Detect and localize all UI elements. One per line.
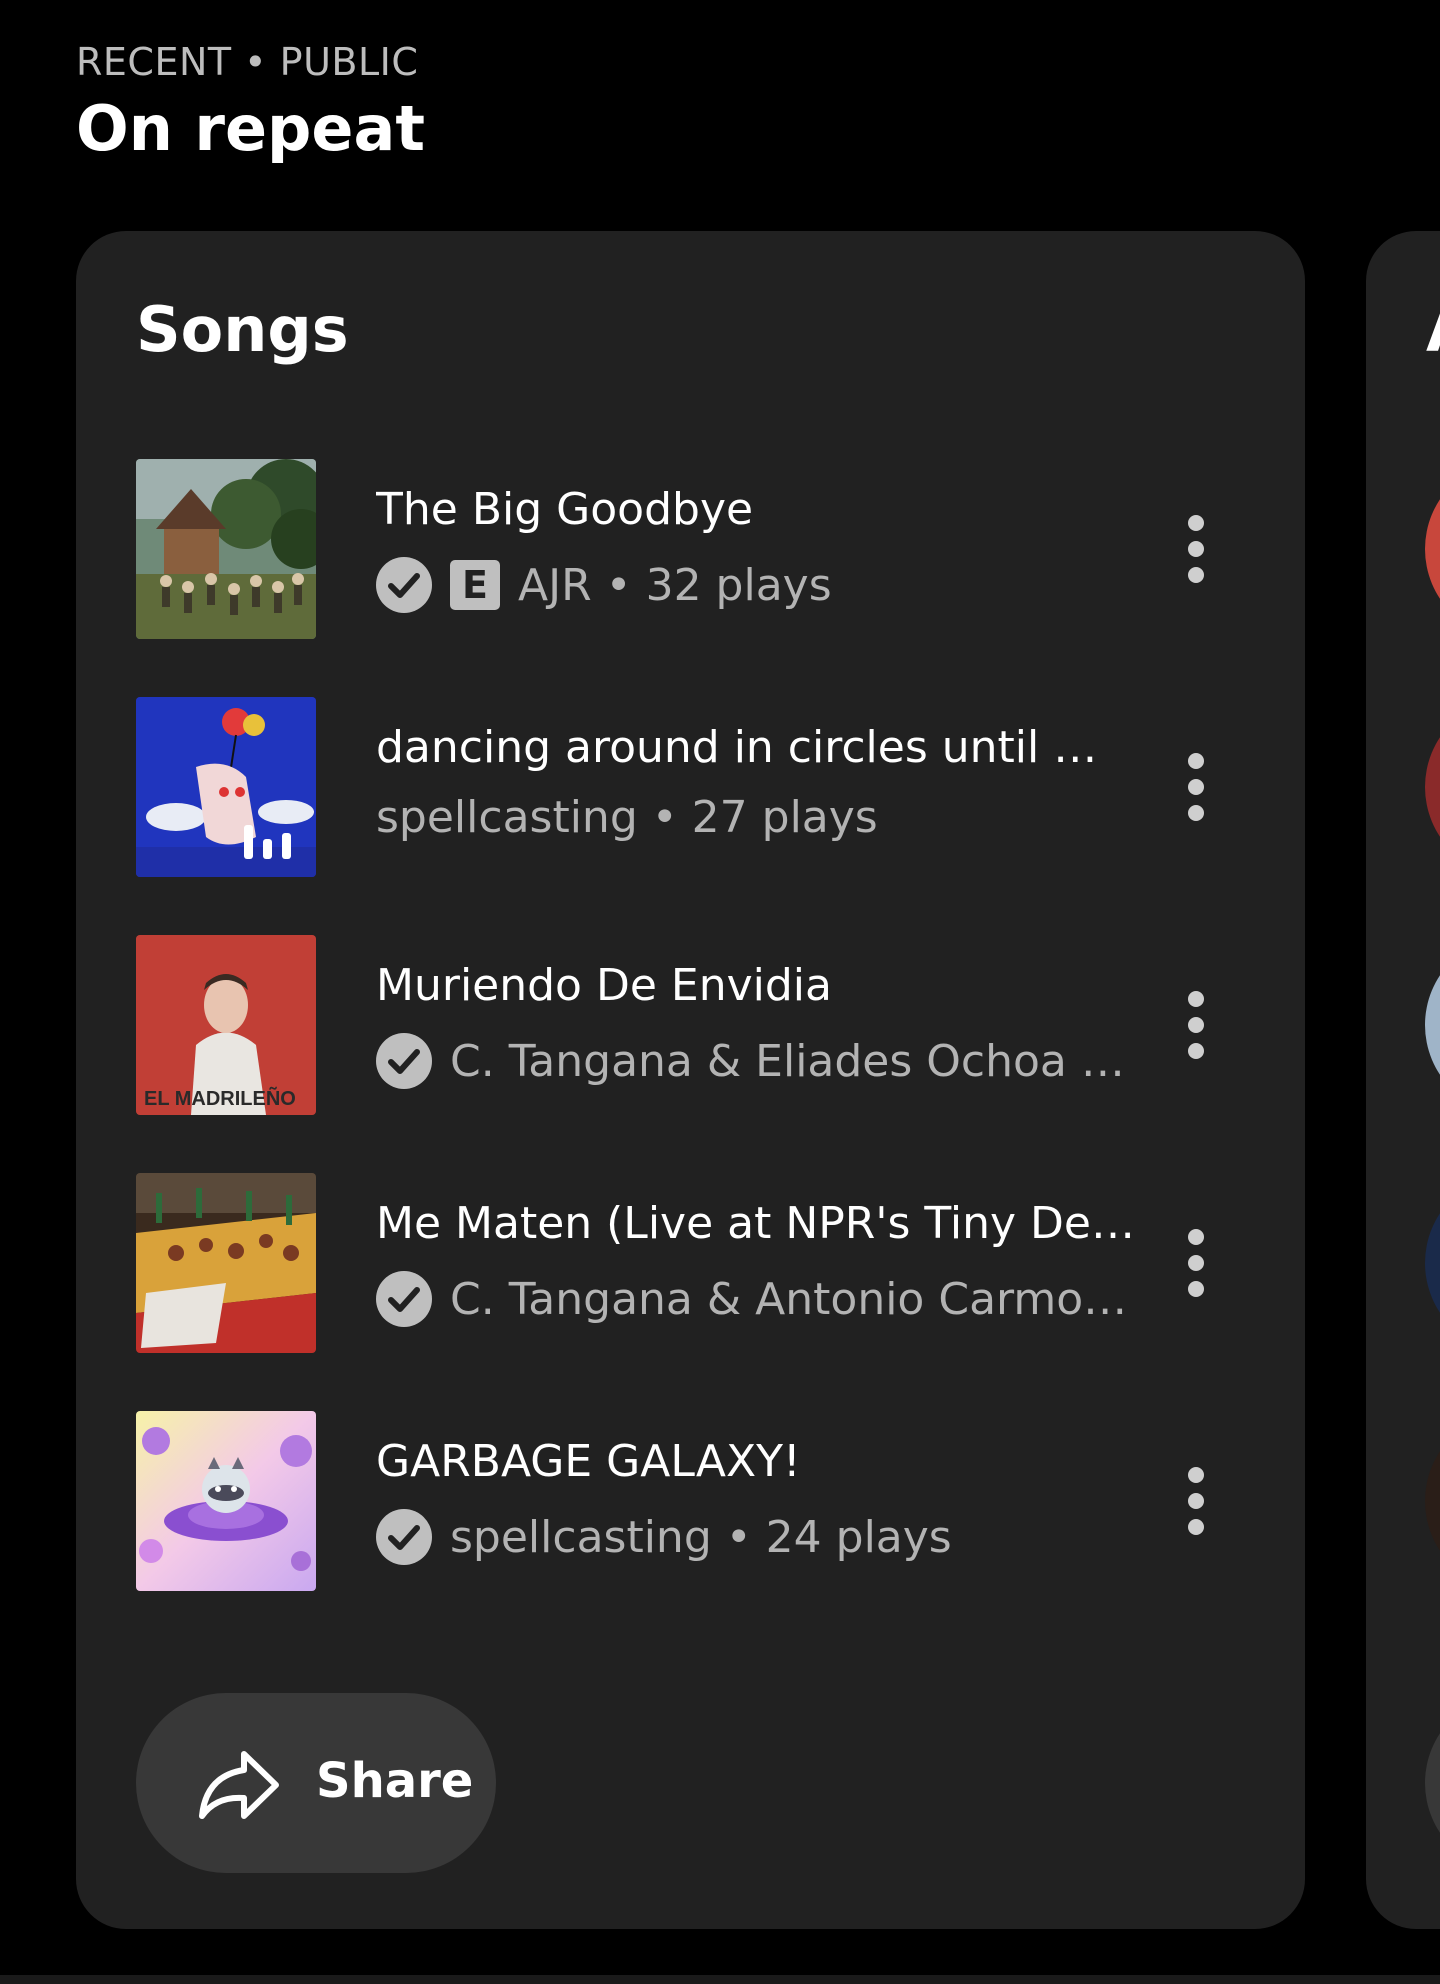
song-title: Muriendo De Envidia [376,960,832,1011]
album-art: EL MADRILEÑO [136,935,316,1115]
song-artist-plays: C. Tangana & Eliades Ochoa • 2... [450,1035,1146,1087]
verified-check-icon [376,557,432,613]
song-row[interactable]: GARBAGE GALAXY! spellcasting • 24 plays [136,1411,1266,1591]
song-title: GARBAGE GALAXY! [376,1436,801,1487]
song-row[interactable]: dancing around in circles until my... sp… [136,697,1266,877]
songs-card: Songs The Big Goodbye E AJR • 32 plays d… [76,231,1305,1929]
share-label: Share [316,1753,474,1809]
artist-avatar [1425,459,1440,639]
section-kicker: RECENT • PUBLIC [76,40,419,84]
song-artist-plays: AJR • 32 plays [518,559,832,611]
album-art [136,1173,316,1353]
artist-avatar [1425,935,1440,1115]
more-options-icon[interactable] [1156,985,1236,1065]
share-arrow-icon [199,1751,279,1819]
song-meta: C. Tangana & Eliades Ochoa • 2... [376,1033,1146,1089]
song-meta: spellcasting • 24 plays [376,1509,1146,1565]
song-row[interactable]: Me Maten (Live at NPR's Tiny Desk) C. Ta… [136,1173,1266,1353]
verified-check-icon [376,1271,432,1327]
now-playing-icon [244,825,291,859]
song-title: Me Maten (Live at NPR's Tiny Desk) [376,1198,1136,1249]
next-card-button[interactable] [1425,1693,1440,1873]
share-button[interactable]: Share [136,1693,496,1873]
album-art [136,1411,316,1591]
song-meta: E AJR • 32 plays [376,557,1146,613]
song-meta: spellcasting • 27 plays [376,789,1146,845]
divider [0,1975,1440,1984]
songs-title: Songs [136,293,349,366]
song-artist-plays: spellcasting • 27 plays [376,791,878,843]
verified-check-icon [376,1033,432,1089]
page-title: On repeat [76,92,425,165]
more-options-icon[interactable] [1156,1223,1236,1303]
album-art [136,697,316,877]
next-card-title: A [1426,293,1440,366]
song-artist-plays: C. Tangana & Antonio Carmona... [450,1273,1146,1325]
album-art-text: EL MADRILEÑO [144,1087,296,1110]
next-card-peek[interactable]: A [1366,231,1440,1929]
artist-avatar [1425,697,1440,877]
artist-avatar [1425,1173,1440,1353]
verified-check-icon [376,1509,432,1565]
more-options-icon[interactable] [1156,509,1236,589]
song-artist-plays: spellcasting • 24 plays [450,1511,952,1563]
song-row[interactable]: The Big Goodbye E AJR • 32 plays [136,459,1266,639]
album-art [136,459,316,639]
song-row[interactable]: EL MADRILEÑO Muriendo De Envidia C. Tang… [136,935,1266,1115]
song-title: dancing around in circles until my... [376,722,1136,773]
explicit-icon: E [450,560,500,610]
on-repeat-page: RECENT • PUBLIC On repeat Songs The Big … [0,0,1440,1984]
artist-avatar [1425,1411,1440,1591]
song-meta: C. Tangana & Antonio Carmona... [376,1271,1146,1327]
more-options-icon[interactable] [1156,747,1236,827]
more-options-icon[interactable] [1156,1461,1236,1541]
song-title: The Big Goodbye [376,484,754,535]
